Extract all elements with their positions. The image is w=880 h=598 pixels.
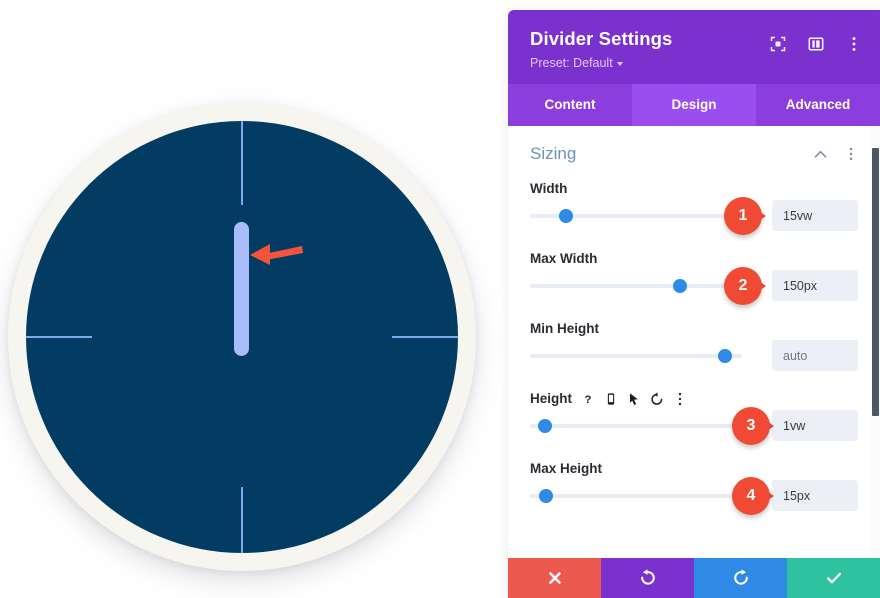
slider-handle[interactable] xyxy=(539,489,553,504)
mobile-icon[interactable] xyxy=(604,392,618,406)
section-title: Sizing xyxy=(530,144,577,164)
clock-face xyxy=(26,121,458,553)
cursor-icon[interactable] xyxy=(627,392,641,406)
check-icon xyxy=(826,572,841,584)
field-max-width: Max Width 2 xyxy=(508,224,880,306)
sizing-section-header[interactable]: Sizing xyxy=(508,126,880,170)
slider-track xyxy=(530,494,742,499)
field-label: Height xyxy=(530,391,572,407)
redo-button[interactable] xyxy=(694,558,787,598)
field-label: Width xyxy=(530,181,568,197)
chevron-down-icon xyxy=(616,62,623,67)
more-vertical-icon[interactable] xyxy=(673,392,687,406)
height-slider[interactable] xyxy=(530,418,742,434)
field-max-height: Max Height 4 xyxy=(508,434,880,516)
tick-right xyxy=(392,336,458,338)
app-root: Divider Settings Preset: Default Content… xyxy=(0,0,880,598)
slider-handle[interactable] xyxy=(559,209,573,224)
cancel-button[interactable] xyxy=(508,558,601,598)
header-icon-group xyxy=(770,36,862,52)
close-icon xyxy=(548,572,561,584)
tab-advanced[interactable]: Advanced xyxy=(756,84,880,126)
preset-selector[interactable]: Preset: Default xyxy=(530,56,858,70)
field-min-height: Min Height xyxy=(508,294,880,372)
save-button[interactable] xyxy=(787,558,880,598)
scrollbar-thumb[interactable] xyxy=(872,148,879,417)
max-height-slider[interactable] xyxy=(530,488,742,504)
more-vertical-icon[interactable] xyxy=(846,36,862,52)
panel-footer xyxy=(508,558,880,598)
slider-track xyxy=(530,284,742,289)
field-label: Max Width xyxy=(530,251,598,267)
tab-content[interactable]: Content xyxy=(508,84,632,126)
width-input[interactable] xyxy=(772,200,858,232)
field-label: Max Height xyxy=(530,461,603,477)
panel-header: Divider Settings Preset: Default xyxy=(508,10,880,85)
more-vertical-icon[interactable] xyxy=(844,147,858,161)
tick-left xyxy=(26,336,92,338)
annotation-arrow-icon xyxy=(250,244,303,265)
field-height: Height ? 3 1vw xyxy=(508,364,880,446)
tick-top xyxy=(241,121,243,205)
tab-bar: Content Design Advanced xyxy=(508,84,880,127)
slider-track xyxy=(530,354,742,359)
undo-button[interactable] xyxy=(601,558,694,598)
slider-handle[interactable] xyxy=(718,349,732,364)
slider-handle[interactable] xyxy=(538,419,552,434)
divider-settings-panel: Divider Settings Preset: Default Content… xyxy=(508,10,880,598)
min-height-slider[interactable] xyxy=(530,348,742,364)
panel-body: Sizing Width 1 15vw Max Width 2 150px Mi… xyxy=(508,126,880,558)
focus-icon[interactable] xyxy=(770,36,786,52)
reset-icon[interactable] xyxy=(650,392,664,406)
tick-bottom xyxy=(241,487,243,553)
svg-text:?: ? xyxy=(585,394,592,406)
redo-icon xyxy=(733,569,748,585)
layout-columns-icon[interactable] xyxy=(808,36,824,52)
undo-icon xyxy=(640,569,655,585)
divider-element[interactable] xyxy=(234,222,249,356)
tab-design[interactable]: Design xyxy=(632,84,756,127)
chevron-up-icon[interactable] xyxy=(813,147,828,162)
panel-scrollbar[interactable] xyxy=(871,126,880,558)
slider-track xyxy=(530,424,742,429)
field-width: Width 1 xyxy=(508,170,880,236)
slider-handle[interactable] xyxy=(673,279,687,294)
preview-canvas xyxy=(0,0,508,598)
field-label: Min Height xyxy=(530,321,599,337)
help-icon[interactable]: ? xyxy=(581,392,595,406)
max-width-input[interactable] xyxy=(772,270,858,302)
width-slider[interactable] xyxy=(530,208,742,224)
min-height-input[interactable] xyxy=(772,340,858,372)
max-height-input[interactable] xyxy=(772,480,858,512)
height-input[interactable] xyxy=(772,410,858,442)
max-width-slider[interactable] xyxy=(530,278,742,294)
preset-label: Preset: Default xyxy=(530,56,613,71)
divider-clock-preview xyxy=(8,103,476,571)
